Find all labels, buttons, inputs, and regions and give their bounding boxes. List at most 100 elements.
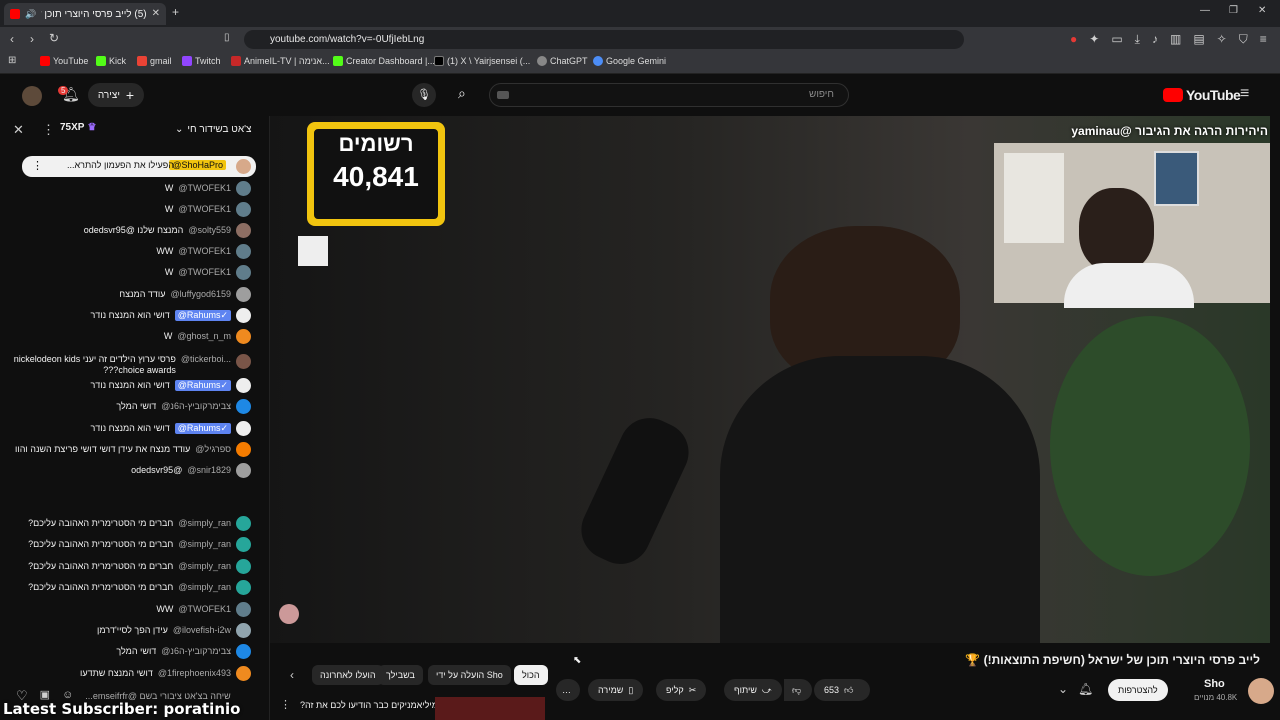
video-details: לייב פרסי היוצרי תוכן של ישראל (חשיפת הת… <box>270 643 1280 720</box>
save-button[interactable]: שמירה ▯ <box>588 679 644 701</box>
xp-badge[interactable]: 75XP ♛ <box>60 122 96 133</box>
chip-all[interactable]: הכול <box>514 665 548 685</box>
forward-icon[interactable]: › <box>30 33 34 45</box>
chat-author: @ghost_n_m <box>177 331 231 341</box>
minimize-icon[interactable]: — <box>1200 6 1210 16</box>
search-input[interactable]: חיפוש <box>489 83 849 107</box>
channel-name[interactable]: Sho <box>1204 678 1225 690</box>
bookmark-gmail[interactable]: gmail <box>137 56 172 66</box>
pinned-menu-icon[interactable]: ⋮ <box>32 159 43 172</box>
pinned-message[interactable]: @ShoHaPro הפעילו את הפעמון להתרא... ⋮ <box>22 156 256 177</box>
chat-author: @luffygod6159 <box>170 289 231 299</box>
browser-tab[interactable]: 🔊 (5) לייב פרסי היוצרי תוכן של ✕ <box>4 3 166 25</box>
chips-prev-icon[interactable]: ‹ <box>290 669 294 681</box>
chat-message[interactable]: @luffygod6159 עודד המנצח <box>5 287 251 302</box>
window-close-icon[interactable]: ✕ <box>1258 6 1266 16</box>
chat-message[interactable]: @TWOFEK1 WW <box>5 602 251 617</box>
chat-message[interactable]: @Rahums✓ דושי הוא המנצח נודר <box>5 308 251 323</box>
bookmark-creator-dashboard[interactable]: Creator Dashboard |... <box>333 56 435 66</box>
chat-message[interactable]: @TWOFEK1 WW <box>5 244 251 259</box>
chat-author: @simply_ran <box>178 582 231 592</box>
youtube-logo[interactable]: YouTube <box>1163 87 1241 103</box>
chat-author: @TWOFEK1 <box>178 604 231 614</box>
clip-button[interactable]: קליפ ✂ <box>656 679 707 701</box>
chat-message[interactable]: @צבימרקוביץ-ה6נ דושי המלך <box>5 644 251 659</box>
chat-message[interactable]: @simply_ran חברים מי הסטרימרית האהובה עלי… <box>5 580 251 595</box>
chat-message[interactable]: @ilovefish-i2w עידן הפך לסיי'דרמן <box>5 623 251 638</box>
chat-message[interactable]: @simply_ran חברים מי הסטרימרית האהובה עלי… <box>5 516 251 531</box>
bookmark-icon[interactable]: ▯ <box>224 33 230 43</box>
chat-message[interactable]: @TWOFEK1 W <box>5 202 251 217</box>
bookmark-animeil[interactable]: AnimeIL-TV | אנימה... <box>231 56 330 66</box>
music-icon[interactable]: ♪ <box>1152 33 1158 45</box>
extensions-icon[interactable]: ✦ <box>1089 33 1099 45</box>
bookmark-twitch[interactable]: Twitch <box>182 56 221 66</box>
create-button[interactable]: יצירה + <box>88 83 144 107</box>
chat-message[interactable]: @Rahums✓ דושי הוא המנצח נודר <box>5 421 251 436</box>
bookmark-chatgpt[interactable]: ChatGPT <box>537 56 588 66</box>
new-tab-icon[interactable]: + <box>172 6 179 18</box>
channel-avatar[interactable] <box>1248 678 1274 704</box>
chat-message[interactable]: @צבימרקוביץ-ה6נ דושי המלך <box>5 399 251 414</box>
chat-message[interactable]: @Rahums✓ דושי הוא המנצח נודר <box>5 378 251 393</box>
microphone-icon[interactable]: 🎙︎ <box>412 83 436 107</box>
chat-message[interactable]: @snir1829 @odedsvr95 <box>5 463 251 478</box>
share-button[interactable]: שיתוף ⤻ <box>724 679 782 701</box>
counter-value: 40,841 <box>333 161 419 192</box>
bookmark-youtube[interactable]: YouTube <box>40 56 88 66</box>
more-options-icon[interactable]: ⋮ <box>42 123 55 136</box>
more-actions-button[interactable]: … <box>556 679 580 701</box>
bell-icon[interactable]: 🔔︎ <box>1078 683 1093 695</box>
chat-scrollbar[interactable] <box>2 152 8 672</box>
video-player[interactable]: רשומים 40,841 היהירות הרגה את הגיבור @ya… <box>270 116 1270 643</box>
wallet-icon[interactable]: ▤ <box>1193 33 1204 45</box>
leo-icon[interactable]: ✧ <box>1217 33 1227 45</box>
url-bar[interactable]: youtube.com/watch?v=-0UfjIebLng <box>244 30 964 49</box>
apps-grid-icon[interactable]: ⊞ <box>8 56 16 66</box>
chat-message[interactable]: @tickerboi... פרסי ערוץ הילדים זה יעני ni… <box>5 354 251 376</box>
chat-message[interactable]: @solty559 המנצח שלנו @odedsvr95 <box>5 223 251 238</box>
chat-input[interactable]: שיחה בצ'אט ציבורי בשם @emseifrfr... <box>85 691 230 701</box>
chat-mode-selector[interactable]: ⌄ צ'אט בשידור חי <box>175 124 251 135</box>
chat-message[interactable]: @simply_ran חברים מי הסטרימרית האהובה עלי… <box>5 559 251 574</box>
close-tab-icon[interactable]: ✕ <box>152 9 160 19</box>
record-extension-icon[interactable]: ● <box>1070 33 1077 45</box>
download-icon[interactable]: ⤓ <box>1135 33 1140 45</box>
reload-icon[interactable]: ↻ <box>49 32 59 44</box>
restore-icon[interactable]: ❐ <box>1229 6 1238 16</box>
close-chat-icon[interactable]: ✕ <box>13 123 24 136</box>
chat-message[interactable]: @ghost_n_m W <box>5 329 251 344</box>
next-video-thumbnail[interactable] <box>435 697 545 720</box>
cast-icon[interactable]: ▭ <box>1111 33 1122 45</box>
dislike-button[interactable]: 👎︎ <box>784 679 812 701</box>
like-button[interactable]: 653 👍︎ <box>814 679 870 701</box>
chat-author-avatar <box>236 181 251 196</box>
bookmark-x[interactable]: (1) X \ Yairjsensei (... <box>434 56 530 66</box>
chip-recently-uploaded[interactable]: הועלו לאחרונה <box>312 665 384 685</box>
chat-message[interactable]: @simply_ran חברים מי הסטרימרית האהובה עלי… <box>5 537 251 552</box>
shield-icon[interactable]: ⛉ <box>1239 33 1248 45</box>
chat-text: דושי המלך <box>116 401 157 411</box>
search-icon[interactable]: ⌕ <box>458 85 466 102</box>
next-video-menu-icon[interactable]: ⋮ <box>280 700 291 711</box>
chat-message[interactable]: @TWOFEK1 W <box>5 181 251 196</box>
sidebar-icon[interactable]: ▥ <box>1170 33 1181 45</box>
back-icon[interactable]: ‹ <box>10 33 14 45</box>
chat-message[interactable]: @ספרגיל עודד מנצח את עידן דושי דושי פריצת… <box>5 442 251 457</box>
chat-text: חברים מי הסטרימרית האהובה עליכם? <box>28 518 174 528</box>
chat-message[interactable]: @TWOFEK1 W <box>5 265 251 280</box>
chat-author-avatar <box>236 602 251 617</box>
bookmark-kick[interactable]: Kick <box>96 56 126 66</box>
chip-for-you[interactable]: בשבילך <box>378 665 423 685</box>
user-avatar[interactable] <box>22 86 42 106</box>
chip-uploaded-by-sho[interactable]: הועלה על ידי Sho <box>428 665 511 685</box>
subscribe-button[interactable]: להצטרפות <box>1108 679 1168 701</box>
next-video-title[interactable]: מיליאמניקים כבר הודיעו לכם את זה? <box>300 700 438 710</box>
chat-message[interactable]: @1firephoenix493 דושי המנצח שתדעו <box>5 666 251 681</box>
keyboard-icon[interactable] <box>497 91 509 99</box>
menu-icon[interactable]: ≡ <box>1260 33 1267 45</box>
bookmark-gemini[interactable]: Google Gemini <box>593 56 666 66</box>
speaker-icon[interactable]: 🔊 <box>25 9 36 19</box>
hamburger-menu-icon[interactable]: ≡ <box>1240 86 1249 102</box>
chevron-down-icon[interactable]: ⌄ <box>1058 683 1068 695</box>
